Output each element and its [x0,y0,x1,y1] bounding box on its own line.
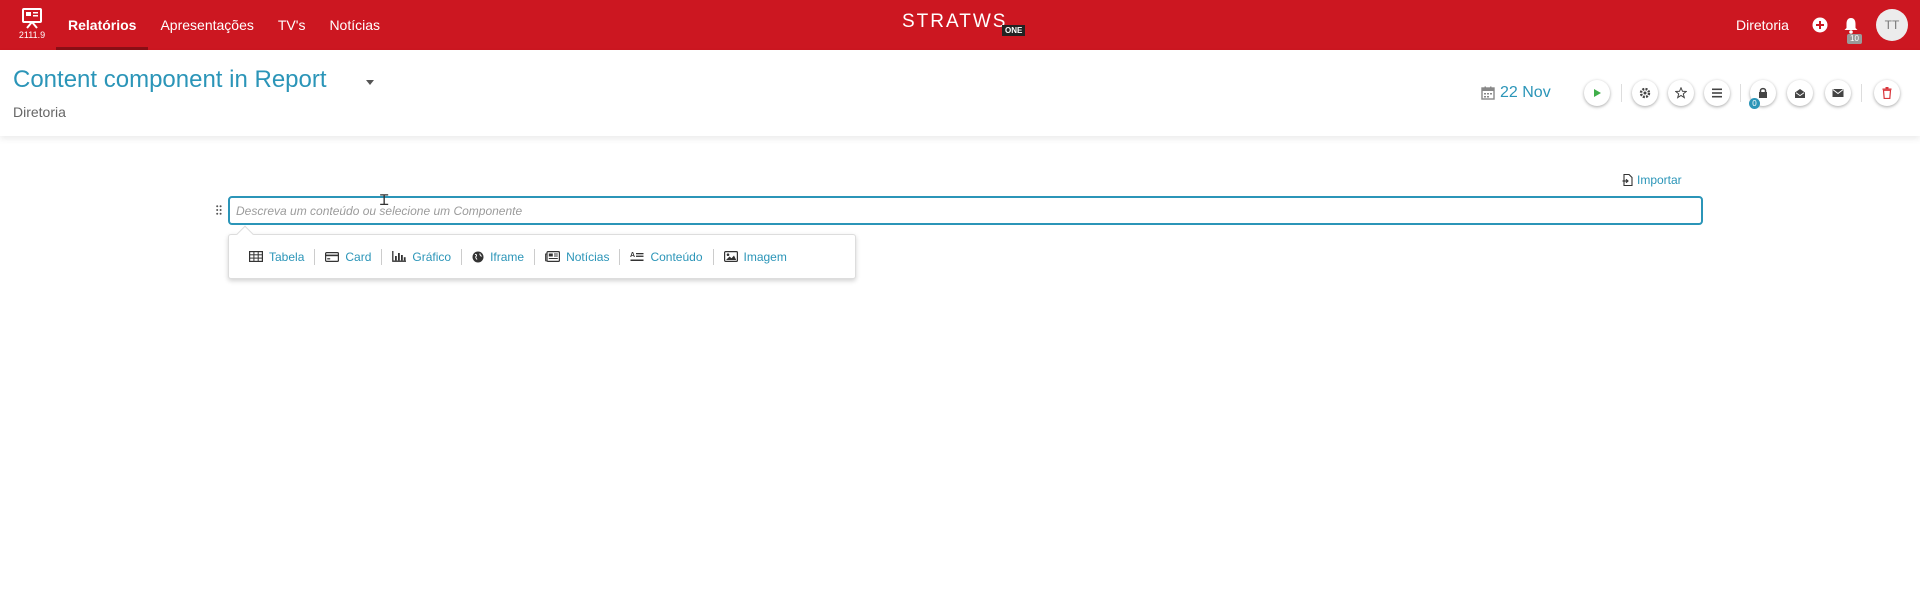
stratws-logo: STRATWS ONE [902,9,1026,41]
page-title[interactable]: Content component in Report [13,66,327,94]
open-mail-button[interactable] [1787,80,1813,106]
presentation-board-icon [22,8,42,29]
star-icon [1675,87,1687,99]
add-button[interactable] [1810,15,1830,35]
svg-text:A: A [630,252,635,259]
component-card[interactable]: Card [315,247,381,267]
notifications-button[interactable] [1841,15,1861,35]
date-picker-button[interactable]: 22 Nov [1481,84,1551,102]
notification-count: 10 [1847,34,1862,44]
play-button[interactable] [1584,80,1610,106]
envelope-open-icon [1795,88,1805,98]
table-icon [249,251,263,262]
text-content-icon: A [630,252,644,261]
image-icon [723,251,738,262]
component-imagem[interactable]: Imagem [714,247,797,267]
favorite-button[interactable] [1668,80,1694,106]
send-email-button[interactable] [1825,80,1851,106]
component-tabela[interactable]: Tabela [239,247,314,267]
popover-arrow [236,225,254,243]
component-noticias[interactable]: Notícias [535,247,619,267]
logo-text: STRATWS [902,11,1008,32]
nav-item-tvs[interactable]: TV's [266,0,318,50]
gear-icon [1639,87,1651,99]
text-cursor-icon: Ɪ [380,192,389,209]
list-icon [1712,88,1722,98]
logo-badge: ONE [1002,25,1026,36]
play-icon [1594,89,1601,97]
nav-item-relatorios[interactable]: Relatórios [56,0,149,50]
main-nav: Relatórios Apresentações TV's Notícias [56,0,392,50]
component-label: Card [345,249,372,264]
component-picker: Tabela Card Gráfico Iframe Notícias A Co… [228,225,856,279]
calendar-icon [1481,86,1495,100]
nav-item-noticias[interactable]: Notícias [317,0,392,50]
component-label: Iframe [490,249,525,264]
bell-icon [1844,17,1858,34]
file-import-icon [1622,174,1633,186]
trash-icon [1882,87,1892,99]
menu-button[interactable] [1704,80,1730,106]
page-subtitle: Diretoria [13,104,66,120]
settings-button[interactable] [1632,80,1658,106]
app-version: 2111.9 [18,30,46,40]
component-label: Tabela [269,249,305,264]
plus-circle-icon [1812,17,1828,33]
import-label: Importar [1637,173,1682,187]
component-label: Gráfico [412,249,452,264]
drag-handle-icon[interactable] [216,202,222,220]
component-label: Imagem [743,249,787,264]
import-button[interactable]: Importar [1622,173,1682,187]
top-navbar: 2111.9 Relatórios Apresentações TV's Not… [0,0,1920,50]
delete-button[interactable] [1874,80,1900,106]
envelope-icon [1832,89,1844,97]
avatar[interactable]: TT [1876,9,1908,41]
component-label: Conteúdo [650,249,703,264]
content-input[interactable] [228,196,1703,225]
date-label: 22 Nov [1500,84,1551,101]
report-header: Content component in Report Diretoria 22… [0,50,1920,136]
newspaper-icon [545,251,561,262]
toolbar-divider [1861,84,1862,102]
org-switcher[interactable]: Diretoria [1736,0,1789,50]
bar-chart-icon [392,251,407,262]
component-label: Notícias [566,249,610,264]
component-conteudo[interactable]: A Conteúdo [620,247,712,267]
component-iframe[interactable]: Iframe [462,247,534,267]
lock-count-badge: 0 [1749,98,1760,109]
caret-down-icon[interactable] [366,80,374,85]
globe-icon [472,251,484,262]
component-grafico[interactable]: Gráfico [382,247,461,267]
toolbar-divider [1621,84,1622,102]
nav-item-apresentacoes[interactable]: Apresentações [148,0,265,50]
lock-icon [1759,87,1767,98]
card-icon [325,251,340,262]
app-home-button[interactable]: 2111.9 [18,7,46,45]
toolbar-divider [1740,84,1741,102]
